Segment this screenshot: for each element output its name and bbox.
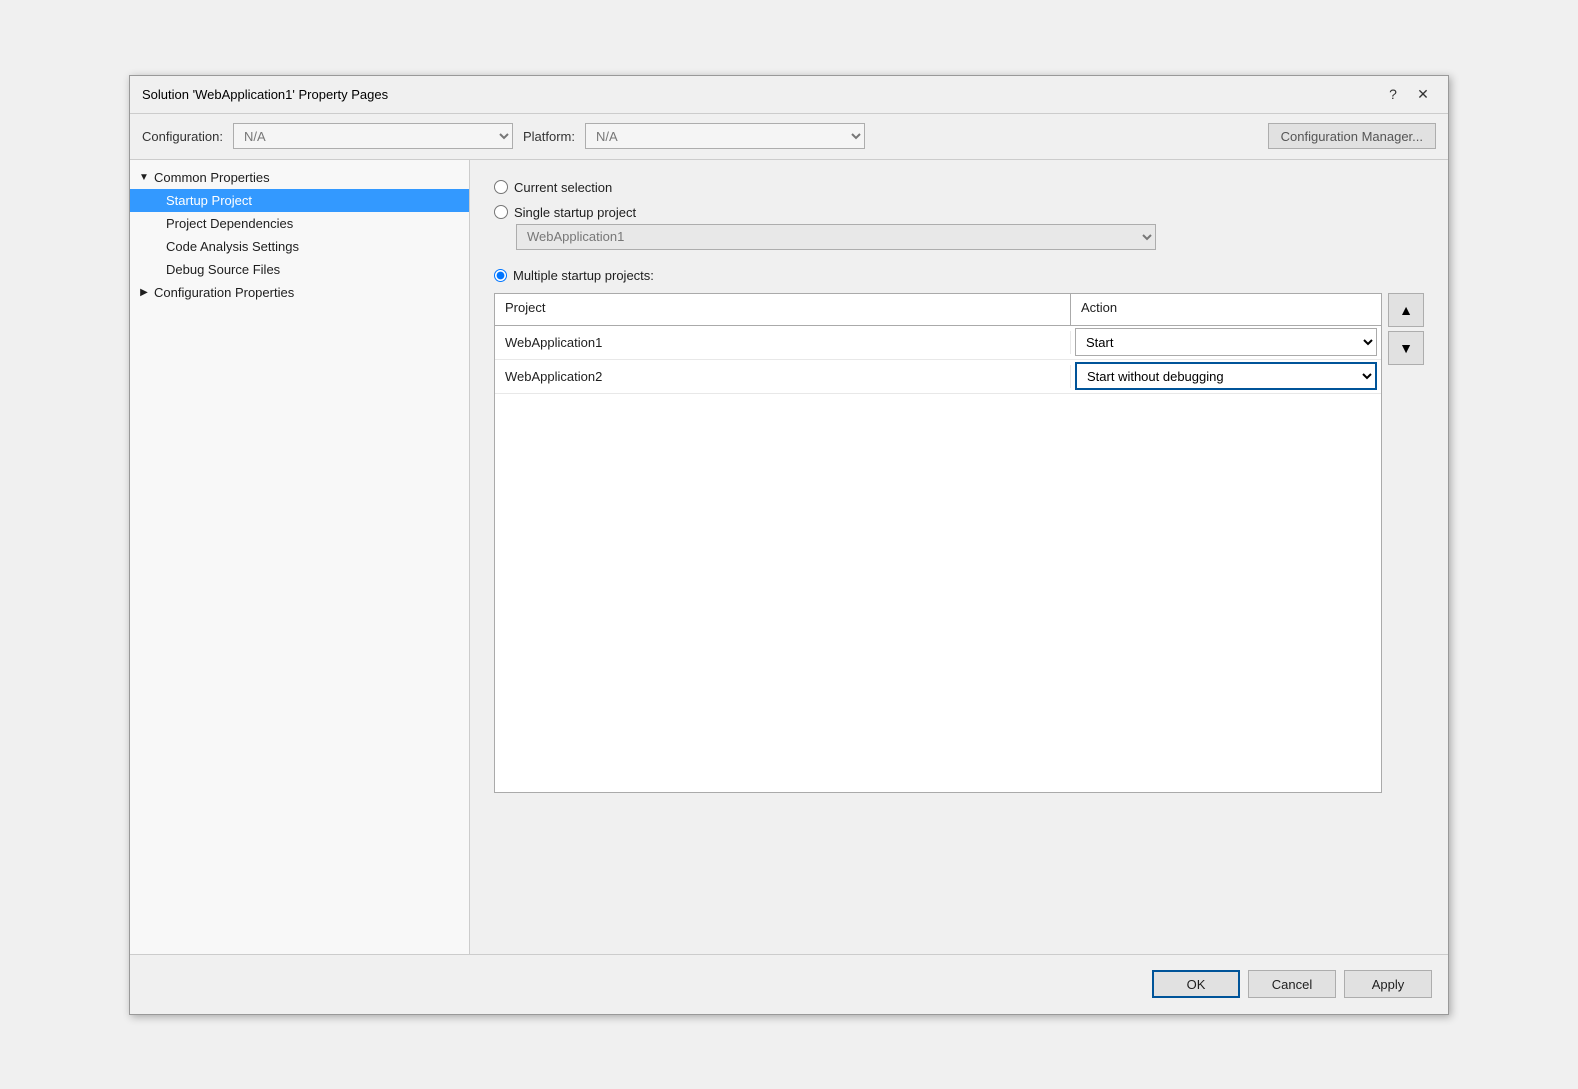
help-button[interactable]: ? bbox=[1380, 83, 1406, 105]
sidebar-config-properties-label: Configuration Properties bbox=[154, 285, 294, 300]
title-bar: Solution 'WebApplication1' Property Page… bbox=[130, 76, 1448, 114]
multiple-startup-label[interactable]: Multiple startup projects: bbox=[513, 268, 654, 283]
current-selection-radio[interactable] bbox=[494, 180, 508, 194]
sidebar-item-label: Project Dependencies bbox=[166, 216, 293, 231]
single-startup-row: Single startup project bbox=[494, 205, 1424, 220]
sidebar-group-config[interactable]: ▶ Configuration Properties bbox=[130, 281, 469, 304]
project-name-cell: WebApplication1 bbox=[495, 331, 1071, 354]
sidebar-item-debug-source-files[interactable]: Debug Source Files bbox=[130, 258, 469, 281]
single-startup-label[interactable]: Single startup project bbox=[514, 205, 636, 220]
sidebar-common-properties-label: Common Properties bbox=[154, 170, 270, 185]
action-select-row1[interactable]: None Start Start without debugging bbox=[1075, 328, 1377, 356]
move-down-button[interactable]: ▼ bbox=[1388, 331, 1424, 365]
sidebar-item-label: Code Analysis Settings bbox=[166, 239, 299, 254]
configuration-select[interactable]: N/A bbox=[233, 123, 513, 149]
current-selection-label[interactable]: Current selection bbox=[514, 180, 612, 195]
current-selection-row: Current selection bbox=[494, 180, 1424, 195]
property-pages-dialog: Solution 'WebApplication1' Property Page… bbox=[129, 75, 1449, 1015]
close-button[interactable]: ✕ bbox=[1410, 83, 1436, 105]
cancel-button[interactable]: Cancel bbox=[1248, 970, 1336, 998]
common-triangle-icon: ▼ bbox=[138, 171, 150, 183]
config-triangle-icon: ▶ bbox=[138, 286, 150, 298]
config-label: Configuration: bbox=[142, 129, 223, 144]
dialog-title: Solution 'WebApplication1' Property Page… bbox=[142, 87, 388, 102]
action-cell: None Start Start without debugging bbox=[1071, 360, 1381, 392]
single-startup-select[interactable]: WebApplication1 bbox=[516, 224, 1156, 250]
header-action: Action bbox=[1071, 294, 1381, 325]
main-content: ▼ Common Properties Startup Project Proj… bbox=[130, 160, 1448, 954]
config-bar: Configuration: N/A Platform: N/A Configu… bbox=[130, 114, 1448, 160]
table-row: WebApplication1 None Start Start without… bbox=[495, 326, 1381, 360]
action-select-row2[interactable]: None Start Start without debugging bbox=[1075, 362, 1377, 390]
header-project: Project bbox=[495, 294, 1071, 325]
sidebar-item-code-analysis-settings[interactable]: Code Analysis Settings bbox=[130, 235, 469, 258]
table-reorder-buttons: ▲ ▼ bbox=[1388, 293, 1424, 793]
single-startup-radio[interactable] bbox=[494, 205, 508, 219]
sidebar-group-common[interactable]: ▼ Common Properties bbox=[130, 166, 469, 189]
single-startup-section: Single startup project WebApplication1 bbox=[494, 205, 1424, 250]
sidebar-item-startup-project[interactable]: Startup Project bbox=[130, 189, 469, 212]
sidebar-item-label: Startup Project bbox=[166, 193, 252, 208]
apply-button[interactable]: Apply bbox=[1344, 970, 1432, 998]
platform-label: Platform: bbox=[523, 129, 575, 144]
table-header: Project Action bbox=[495, 294, 1381, 326]
sidebar: ▼ Common Properties Startup Project Proj… bbox=[130, 160, 470, 954]
dialog-footer: OK Cancel Apply bbox=[130, 954, 1448, 1014]
sidebar-item-project-dependencies[interactable]: Project Dependencies bbox=[130, 212, 469, 235]
config-manager-button[interactable]: Configuration Manager... bbox=[1268, 123, 1436, 149]
multiple-startup-section: Multiple startup projects: Project Actio… bbox=[494, 268, 1424, 793]
multiple-startup-radio[interactable] bbox=[494, 269, 507, 282]
startup-radio-group: Current selection Single startup project… bbox=[494, 180, 1424, 793]
action-cell: None Start Start without debugging bbox=[1071, 326, 1381, 358]
project-name-cell: WebApplication2 bbox=[495, 365, 1071, 388]
projects-table: Project Action WebApplication1 None Star… bbox=[494, 293, 1382, 793]
title-bar-buttons: ? ✕ bbox=[1380, 83, 1436, 105]
projects-table-wrapper: Project Action WebApplication1 None Star… bbox=[494, 293, 1424, 793]
ok-button[interactable]: OK bbox=[1152, 970, 1240, 998]
table-row: WebApplication2 None Start Start without… bbox=[495, 360, 1381, 394]
move-up-button[interactable]: ▲ bbox=[1388, 293, 1424, 327]
multiple-startup-row: Multiple startup projects: bbox=[494, 268, 1424, 283]
platform-select[interactable]: N/A bbox=[585, 123, 865, 149]
sidebar-item-label: Debug Source Files bbox=[166, 262, 280, 277]
content-panel: Current selection Single startup project… bbox=[470, 160, 1448, 954]
